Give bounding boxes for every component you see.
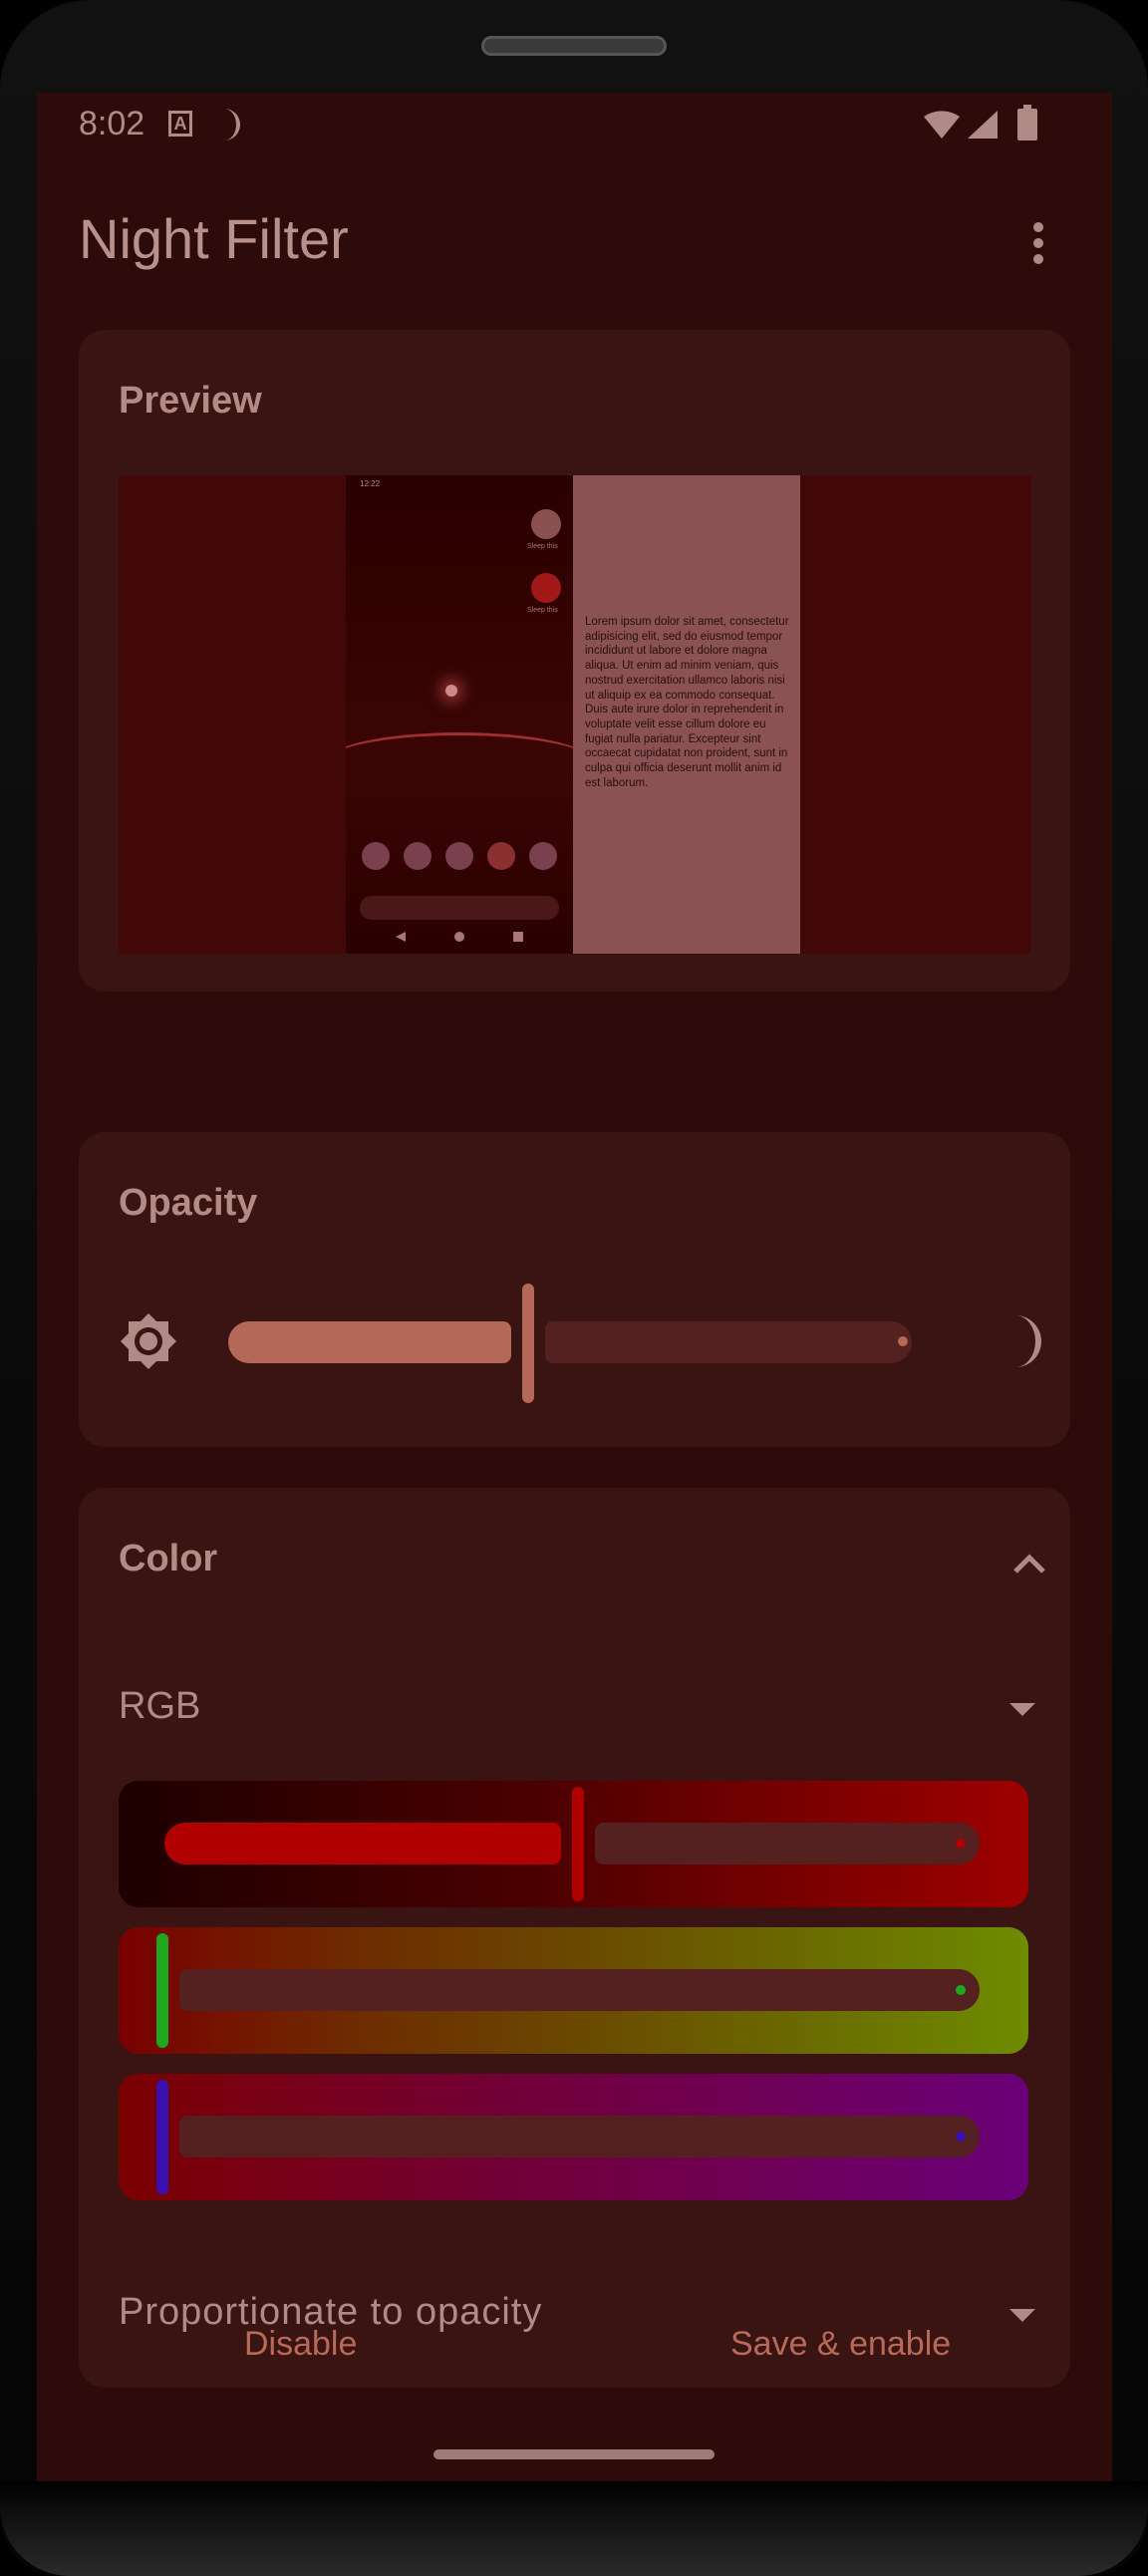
screen: 8:02 A Night Filter Preview 12:22 Sleep … <box>37 93 1112 2481</box>
preview-caption: Sleep this <box>527 543 558 550</box>
preview-sync-icon <box>531 573 561 603</box>
red-slider[interactable] <box>119 1781 1028 1907</box>
red-slider-inactive-track[interactable] <box>595 1823 980 1864</box>
preview-text-document: Lorem ipsum dolor sit amet, consectetur … <box>573 475 800 954</box>
home-icon <box>454 932 464 942</box>
blue-slider-end-dot <box>956 2132 966 2142</box>
preview-sample-text: Lorem ipsum dolor sit amet, consectetur … <box>585 616 789 789</box>
green-slider[interactable] <box>119 1927 1028 2054</box>
back-icon <box>396 932 406 942</box>
status-bar: 8:02 A <box>37 93 1112 162</box>
opacity-slider-handle[interactable] <box>521 1284 534 1403</box>
device-frame: 8:02 A Night Filter Preview 12:22 Sleep … <box>0 0 1148 2576</box>
save-enable-button[interactable]: Save & enable <box>730 2325 951 2364</box>
moon-icon <box>1015 1315 1041 1367</box>
red-slider-active-track[interactable] <box>164 1823 561 1864</box>
adjustment-mode-dropdown-icon[interactable] <box>1009 2309 1035 2322</box>
green-slider-end-dot <box>956 1985 966 1995</box>
preview-dock <box>358 842 561 870</box>
opacity-title: Opacity <box>119 1182 258 1224</box>
opacity-slider-active-track[interactable] <box>228 1321 511 1363</box>
opacity-slider-inactive-track[interactable] <box>544 1321 912 1363</box>
blue-slider-inactive-track[interactable] <box>179 2116 980 2157</box>
disable-button[interactable]: Disable <box>244 2325 357 2364</box>
preview-title: Preview <box>119 380 262 422</box>
green-slider-inactive-track[interactable] <box>179 1969 980 2011</box>
app-title: Night Filter <box>79 207 349 270</box>
messages-app-icon <box>404 842 431 870</box>
red-slider-handle[interactable] <box>572 1787 584 1901</box>
preview-home-screen: 12:22 Sleep this Sleep this <box>346 475 573 954</box>
preview-mic-icon <box>531 509 561 539</box>
phone-app-icon <box>362 842 390 870</box>
home-indicator[interactable] <box>433 2449 715 2459</box>
opacity-card: Opacity <box>79 1132 1070 1447</box>
color-mode-label[interactable]: RGB <box>119 1685 200 1728</box>
blue-slider-handle[interactable] <box>156 2080 168 2194</box>
battery-icon <box>1017 105 1037 141</box>
preview-image: 12:22 Sleep this Sleep this Lorem ipsum … <box>119 475 1030 954</box>
chevron-up-icon[interactable] <box>1009 1546 1049 1581</box>
speaker-grille <box>481 36 667 56</box>
preview-search-bar <box>360 896 559 920</box>
red-slider-end-dot <box>956 1839 966 1849</box>
camera-app-icon <box>529 842 557 870</box>
preview-nav-bar <box>346 928 573 948</box>
notification-a-icon: A <box>168 111 192 137</box>
preview-card: Preview 12:22 Sleep this Sleep this Lore… <box>79 330 1070 992</box>
green-slider-handle[interactable] <box>156 1933 168 2048</box>
color-title: Color <box>119 1538 218 1579</box>
blue-slider[interactable] <box>119 2074 1028 2200</box>
chrome-app-icon <box>487 842 515 870</box>
preview-glow <box>445 685 457 697</box>
brightness-icon <box>121 1313 176 1369</box>
color-card: Color RGB Proportionate to opacity <box>79 1488 1070 2388</box>
more-options-icon[interactable] <box>1023 216 1053 272</box>
recents-icon <box>513 932 523 942</box>
preview-horizon <box>346 732 573 792</box>
bottom-bezel <box>0 2481 1148 2576</box>
status-time: 8:02 <box>79 105 145 143</box>
play-store-app-icon <box>445 842 473 870</box>
signal-icon <box>968 111 998 139</box>
preview-caption: Sleep this <box>527 607 558 614</box>
moon-status-icon <box>224 109 240 141</box>
color-mode-dropdown-icon[interactable] <box>1009 1703 1035 1716</box>
preview-status-time: 12:22 <box>360 479 381 488</box>
wifi-icon <box>924 111 960 139</box>
